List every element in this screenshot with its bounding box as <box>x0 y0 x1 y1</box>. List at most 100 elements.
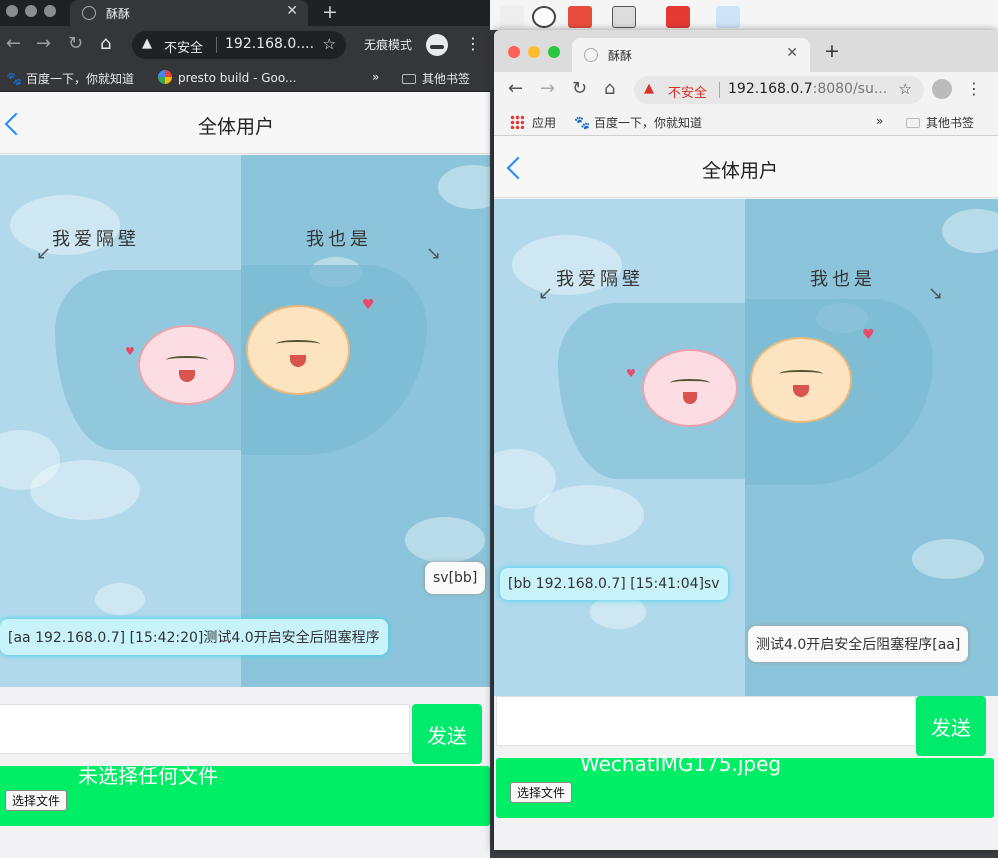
browser-tab[interactable]: 酥酥 ✕ <box>70 0 308 26</box>
menu-kebab-icon[interactable]: ⋮ <box>465 34 481 53</box>
bg-circle <box>590 595 646 629</box>
favicon-icon <box>82 6 96 20</box>
heart-icon: ♥ <box>125 345 135 358</box>
not-secure-label: 不安全 <box>668 86 708 101</box>
chat-message-outgoing: 测试4.0开启安全后阻塞程序[aa] <box>748 626 969 662</box>
home-icon[interactable]: ⌂ <box>604 78 615 99</box>
chat-message-incoming: [aa 192.168.0.7] [15:42:20]测试4.0开启安全后阻塞程… <box>0 619 388 655</box>
bookmark-baidu[interactable]: 🐾 百度一下，你就知道 <box>6 70 134 87</box>
bookmarks-bar: 应用 🐾 百度一下，你就知道 » 其他书签 <box>494 108 998 136</box>
stopwatch-icon <box>532 6 556 28</box>
arrow-right-icon: ↘ <box>426 243 442 264</box>
folder-icon <box>402 74 416 84</box>
bookmark-other[interactable]: 其他书签 <box>402 70 470 87</box>
bookmark-label: 应用 <box>532 116 557 130</box>
bg-caption-right: 我也是 <box>810 269 876 290</box>
bookmark-baidu[interactable]: 🐾 百度一下，你就知道 <box>574 114 702 131</box>
favicon-icon <box>584 48 598 62</box>
bg-caption-right: 我也是 <box>306 229 372 250</box>
incognito-icon[interactable] <box>426 34 448 56</box>
bg-circle <box>95 583 145 615</box>
function-icon <box>500 6 524 28</box>
browser-tab[interactable]: 酥酥 ✕ <box>572 38 810 72</box>
back-arrow-icon[interactable]: ← <box>6 33 21 54</box>
orange-cat-illustration <box>750 337 852 423</box>
zoom-window-button[interactable] <box>548 46 560 58</box>
bookmark-star-icon[interactable]: ☆ <box>899 80 912 98</box>
bookmark-label: 百度一下，你就知道 <box>26 72 135 86</box>
close-tab-icon[interactable]: ✕ <box>286 3 298 19</box>
address-bar[interactable]: ▲ 不安全 192.168.0.... ☆ <box>132 31 346 59</box>
file-upload-bar <box>0 766 490 826</box>
forward-arrow-icon[interactable]: → <box>540 78 555 99</box>
warning-icon: ▲ <box>142 36 152 51</box>
choose-file-button[interactable]: 选择文件 <box>510 782 573 803</box>
bg-circle <box>405 517 485 563</box>
bookmarks-overflow-chevron[interactable]: » <box>876 114 883 128</box>
zoom-window-button[interactable] <box>44 5 56 17</box>
new-tab-button[interactable]: + <box>824 40 840 62</box>
bookmark-apps[interactable]: 应用 <box>510 114 556 131</box>
file-name-label: WechatIMG175.jpeg <box>580 752 782 776</box>
back-chevron-icon[interactable] <box>4 112 28 136</box>
choose-file-button[interactable]: 选择文件 <box>5 790 68 811</box>
window-controls <box>508 46 560 58</box>
cassette-icon <box>612 6 636 28</box>
not-secure-label: 不安全 <box>164 41 204 56</box>
arrow-right-icon: ↘ <box>928 283 944 304</box>
incognito-label: 无痕模式 <box>364 38 413 52</box>
tab-strip: 酥酥 ✕ + <box>0 0 490 26</box>
profile-avatar[interactable] <box>932 79 952 99</box>
page-title: 全体用户 <box>702 160 779 182</box>
page-header: 全体用户 <box>0 92 490 154</box>
browser-toolbar: ← → ↻ ⌂ ▲ 不安全 192.168.0.7:8080/su... ☆ ⋮ <box>494 72 998 108</box>
omnibox-separator <box>216 37 217 53</box>
chat-message-incoming: [bb 192.168.0.7] [15:41:04]sv <box>500 568 728 600</box>
minimize-window-button[interactable] <box>25 5 37 17</box>
message-input[interactable] <box>496 696 916 746</box>
message-input[interactable] <box>0 704 410 754</box>
send-button[interactable]: 发送 <box>916 696 986 756</box>
desktop-background <box>490 0 998 30</box>
browser-toolbar: ← → ↻ ⌂ ▲ 不安全 192.168.0.... ☆ 无痕模式 ⋮ <box>0 26 490 64</box>
home-icon[interactable]: ⌂ <box>100 33 111 54</box>
minimize-window-button[interactable] <box>528 46 540 58</box>
bg-circle <box>30 460 140 520</box>
close-window-button[interactable] <box>6 5 18 17</box>
reload-icon[interactable]: ↻ <box>572 78 587 99</box>
bookmark-label: 其他书签 <box>422 72 471 86</box>
flowchart-icon <box>716 6 740 28</box>
address-bar[interactable]: ▲ 不安全 192.168.0.7:8080/su... ☆ <box>634 76 924 104</box>
bookmark-presto[interactable]: presto build - Goo... <box>158 70 296 85</box>
page-title: 全体用户 <box>198 116 275 138</box>
new-tab-button[interactable]: + <box>322 1 338 23</box>
bookmark-star-icon[interactable]: ☆ <box>323 35 336 53</box>
bg-caption-left: 我爱隔壁 <box>52 229 140 250</box>
tab-strip: 酥酥 ✕ + <box>494 30 998 72</box>
close-window-button[interactable] <box>508 46 520 58</box>
omnibox-separator <box>719 82 720 98</box>
send-button[interactable]: 发送 <box>412 704 482 764</box>
folder-icon <box>906 118 920 128</box>
baidu-paw-icon: 🐾 <box>574 116 591 131</box>
forward-arrow-icon[interactable]: → <box>36 33 51 54</box>
url-text: 192.168.0.7:8080/su... <box>728 81 887 97</box>
close-tab-icon[interactable]: ✕ <box>786 45 798 61</box>
back-arrow-icon[interactable]: ← <box>508 78 523 99</box>
url-text: 192.168.0.... <box>225 36 315 52</box>
arrow-left-icon: ↙ <box>538 283 554 304</box>
reload-icon[interactable]: ↻ <box>68 33 83 54</box>
back-chevron-icon[interactable] <box>506 156 530 180</box>
bookmark-other[interactable]: 其他书签 <box>906 114 974 131</box>
bookmark-label: 其他书签 <box>926 116 975 130</box>
baidu-paw-icon: 🐾 <box>6 72 23 87</box>
bookmarks-overflow-chevron[interactable]: » <box>372 70 379 84</box>
menu-kebab-icon[interactable]: ⋮ <box>966 79 982 98</box>
tab-title: 酥酥 <box>106 7 131 21</box>
url-host: 192.168.0.7 <box>728 81 813 97</box>
bg-circle <box>912 539 984 579</box>
bookmarks-bar: 🐾 百度一下，你就知道 presto build - Goo... » 其他书签 <box>0 64 490 92</box>
tab-title: 酥酥 <box>608 49 633 63</box>
bg-circle <box>534 485 644 545</box>
chat-message-outgoing: sv[bb] <box>425 562 486 594</box>
